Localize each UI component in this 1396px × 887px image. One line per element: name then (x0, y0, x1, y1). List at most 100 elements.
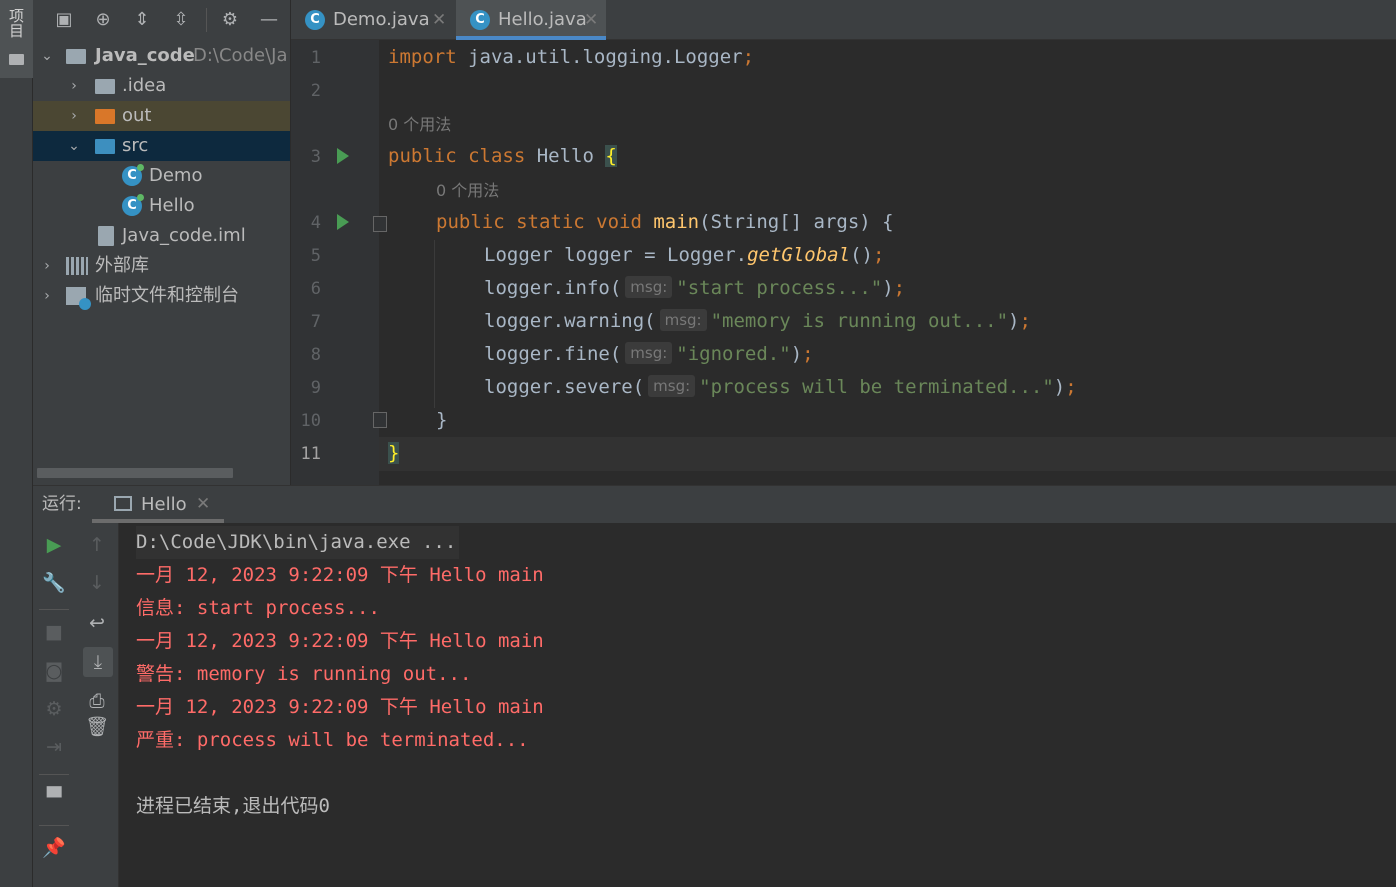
code-token: ) (790, 343, 803, 365)
code-token: import (388, 46, 457, 68)
code-token: } (436, 409, 448, 431)
usage-hint[interactable]: 0 个用法 (388, 108, 451, 141)
tree-item-demo[interactable]: C Demo (33, 161, 290, 191)
run-class-gutter-icon[interactable] (337, 148, 349, 164)
code-token: ) (882, 277, 894, 299)
usage-hint[interactable]: 0 个用法 (436, 174, 499, 207)
code-line-7: logger.warning(msg: "memory is running ou… (484, 305, 1031, 338)
line-number: 11 (300, 444, 321, 464)
code-line-5: Logger logger = Logger.getGlobal(); (484, 239, 884, 272)
tree-item-label: out (122, 105, 152, 126)
code-token: ) (1008, 310, 1020, 332)
camera-icon[interactable]: ◙ (42, 659, 66, 683)
rerun-icon[interactable]: ▶ (42, 533, 66, 557)
fold-marker-icon[interactable] (373, 412, 387, 428)
code-token: ; (872, 244, 885, 266)
close-icon[interactable]: ✕ (584, 0, 598, 40)
libraries-icon (66, 257, 88, 275)
chevron-right-icon[interactable]: › (66, 101, 82, 131)
code-token: ; (1019, 310, 1031, 332)
project-tool-tab-label: 项目 (7, 8, 25, 38)
code-token: "memory is running out..." (710, 310, 1009, 332)
tab-demo-java[interactable]: C Demo.java ✕ (291, 0, 456, 40)
run-panel: 运行: Hello ✕ ▶ ↑ 🔧 ↓ ↩ ■ ⤓ ◙ ⎙ ⚙ 🗑 ⇥ ▀ 📌 … (33, 485, 1396, 887)
soft-wrap-icon[interactable]: ↩ (85, 611, 109, 635)
tree-item-label: src (122, 135, 149, 156)
tree-item-iml[interactable]: Java_code.iml (33, 221, 290, 251)
locate-target-icon[interactable]: ⊕ (92, 9, 114, 31)
code-token: java.util.logging.Logger (456, 46, 743, 68)
arrow-up-icon[interactable]: ↑ (85, 533, 109, 557)
settings-icon[interactable]: ⚙ (42, 697, 66, 721)
exit-icon[interactable]: ⇥ (42, 735, 66, 759)
code-token: logger.info( (484, 277, 622, 299)
horizontal-scrollbar[interactable] (37, 468, 233, 478)
tree-item-label: Hello (149, 195, 195, 216)
console-output[interactable]: D:\Code\JDK\bin\java.exe ... 一月 12, 2023… (136, 526, 544, 817)
chevron-right-icon[interactable]: › (39, 281, 55, 311)
chevron-right-icon[interactable]: › (66, 71, 82, 101)
project-tool-tab[interactable]: 项目 (0, 0, 33, 78)
chevron-down-icon[interactable]: ⌄ (39, 41, 55, 71)
line-number: 4 (310, 213, 321, 233)
code-token: ; (1065, 376, 1077, 398)
editor-tab-bar: C Demo.java ✕ C Hello.java ✕ (291, 0, 1396, 40)
code-area[interactable]: import java.util.logging.Logger; 0 个用法 p… (388, 40, 1077, 464)
tab-run-hello[interactable]: Hello ✕ (92, 486, 224, 523)
toolbar-divider (39, 609, 69, 610)
console-line: 进程已结束,退出代码0 (136, 795, 330, 817)
code-token: logger.fine( (484, 343, 622, 365)
console-line: 警告: memory is running out... (136, 663, 472, 685)
editor: C Demo.java ✕ C Hello.java ✕ 1 2 3 4 5 6… (291, 0, 1396, 485)
tree-item-java-code[interactable]: ⌄ Java_code D:\Code\Ja (33, 41, 290, 71)
scroll-to-end-icon[interactable]: ⤓ (83, 647, 113, 677)
current-line-highlight (379, 437, 1396, 471)
console-icon (114, 496, 132, 511)
chevron-down-icon[interactable]: ⌄ (66, 131, 82, 161)
tab-label: Demo.java (333, 9, 430, 30)
trash-icon[interactable]: 🗑 (85, 715, 109, 739)
code-token: ; (742, 46, 755, 68)
close-icon[interactable]: ✕ (196, 486, 210, 523)
line-number: 9 (310, 378, 321, 398)
code-token: Logger logger = Logger. (484, 244, 748, 266)
console-line: 一月 12, 2023 9:22:09 下午 Hello main (136, 630, 544, 652)
toolbar-divider (39, 825, 69, 826)
collapse-all-icon[interactable]: ⇳ (170, 9, 192, 31)
tree-item-idea[interactable]: › .idea (33, 71, 290, 101)
select-opened-file-icon[interactable]: ▣ (53, 9, 75, 31)
stop-icon[interactable]: ■ (42, 620, 66, 644)
code-token: } (388, 442, 400, 464)
console-line: 信息: start process... (136, 597, 380, 619)
java-class-icon: C (122, 194, 144, 216)
layout-icon[interactable]: ▀ (42, 786, 66, 810)
tree-item-out[interactable]: › out (33, 101, 290, 131)
expand-all-icon[interactable]: ⇕ (131, 9, 153, 31)
run-main-gutter-icon[interactable] (337, 214, 349, 230)
wrench-icon[interactable]: 🔧 (42, 571, 66, 595)
tree-item-external-libraries[interactable]: › 外部库 (33, 251, 290, 281)
tree-item-src[interactable]: ⌄ src (33, 131, 290, 161)
fold-marker-icon[interactable] (373, 216, 387, 232)
code-token: Hello (525, 145, 606, 167)
parameter-hint: msg: (625, 342, 673, 364)
parameter-hint: msg: (648, 375, 696, 397)
pin-icon[interactable]: 📌 (42, 836, 66, 860)
tree-item-label: .idea (122, 75, 167, 96)
tree-item-label: 外部库 (95, 255, 149, 276)
chevron-right-icon[interactable]: › (39, 251, 55, 281)
tree-item-scratches[interactable]: › 临时文件和控制台 (33, 281, 290, 311)
tab-hello-java[interactable]: C Hello.java ✕ (456, 0, 606, 40)
tree-item-hello[interactable]: C Hello (33, 191, 290, 221)
code-token: "process will be terminated..." (699, 376, 1054, 398)
close-icon[interactable]: ✕ (432, 0, 446, 40)
java-class-icon: C (122, 164, 144, 186)
gear-icon[interactable]: ⚙ (219, 9, 241, 31)
code-token: () (850, 244, 873, 266)
print-icon[interactable]: ⎙ (85, 689, 109, 713)
java-class-icon: C (470, 10, 490, 30)
code-token: ; (893, 277, 906, 299)
hide-panel-icon[interactable]: — (258, 9, 280, 31)
arrow-down-icon[interactable]: ↓ (85, 571, 109, 595)
line-number: 10 (300, 411, 321, 431)
